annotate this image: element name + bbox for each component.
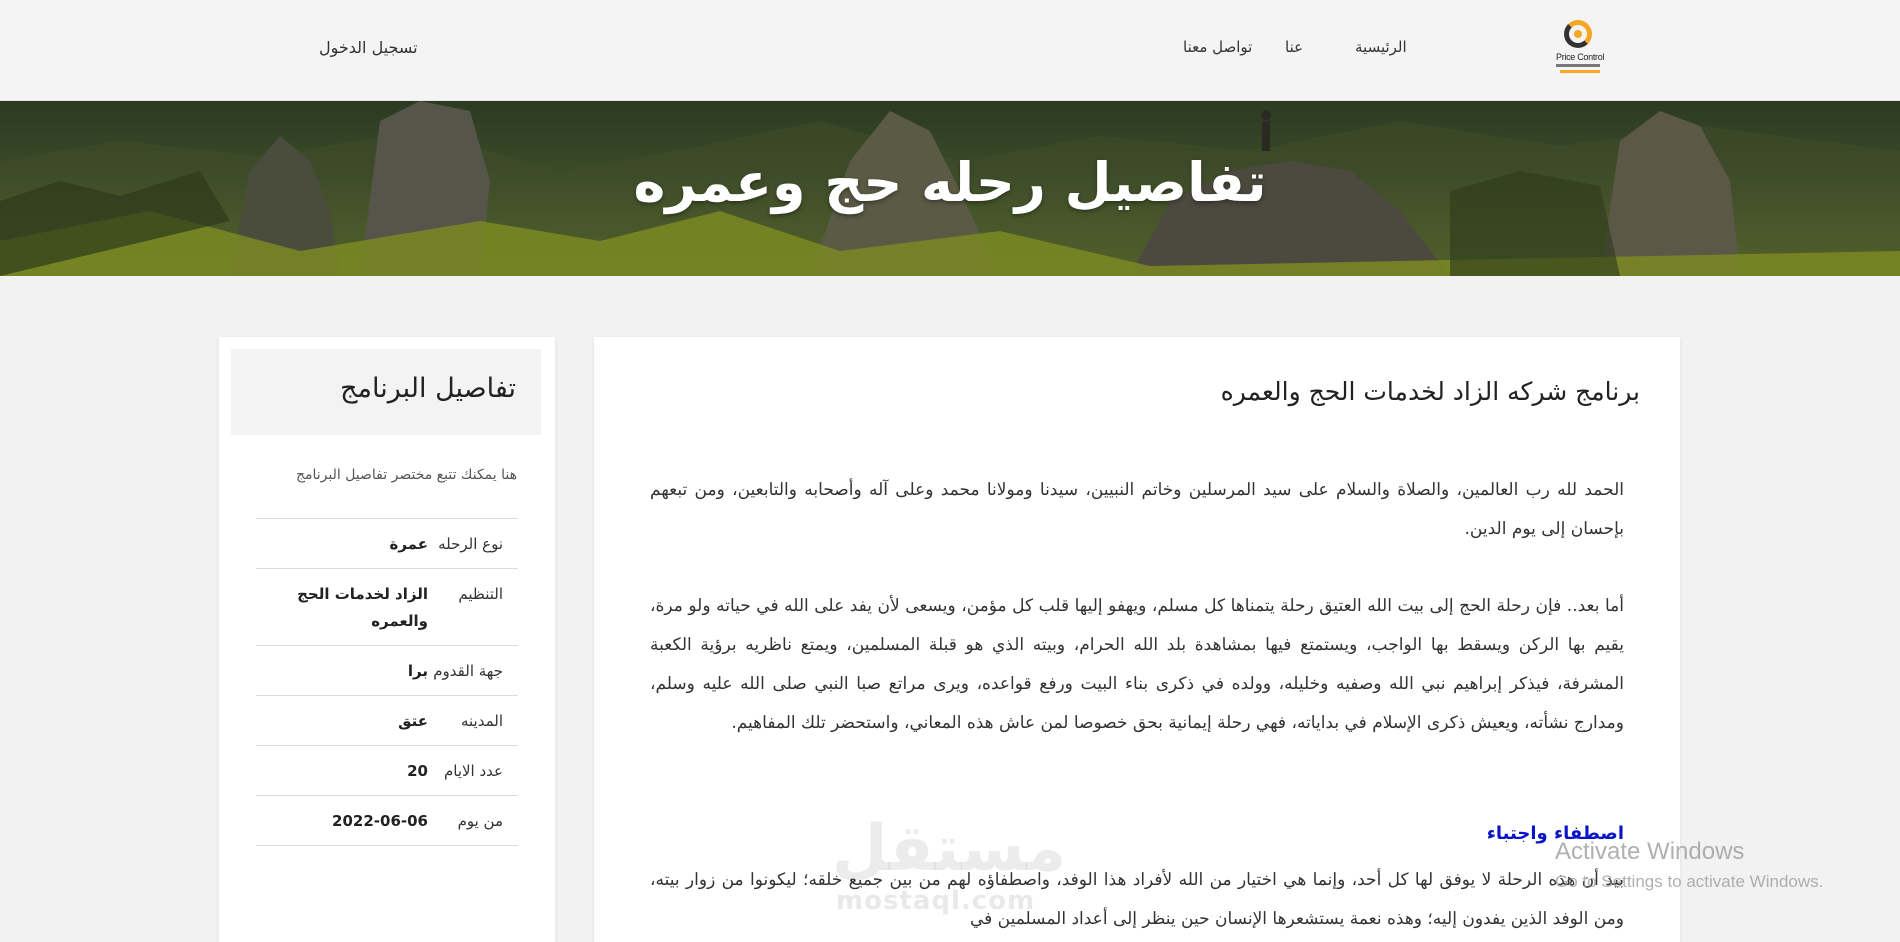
program-title: برنامج شركه الزاد لخدمات الحج والعمره (1220, 377, 1640, 406)
detail-label: المدينه (460, 712, 503, 730)
detail-label: من يوم (457, 812, 503, 830)
top-navbar: تسجيل الدخول تواصل معنا عنا الرئيسية Pri… (0, 0, 1900, 101)
detail-row-days: عدد الايام 20 (256, 746, 518, 796)
detail-value: عتق (398, 712, 428, 730)
detail-row-trip-type: نوع الرحله عمرة (256, 519, 518, 569)
details-header: تفاصيل البرنامج (231, 349, 541, 435)
details-title: تفاصيل البرنامج (340, 373, 516, 404)
intro-paragraph: الحمد لله رب العالمين، والصلاة والسلام ع… (650, 480, 1624, 539)
activate-windows-title: Activate Windows (1555, 838, 1745, 865)
mostaql-watermark: مستقل (832, 812, 1067, 886)
detail-row-organizer: التنظيم الزاد لخدمات الحج والعمره (256, 569, 518, 646)
detail-value: عمرة (389, 535, 429, 553)
nav-contact-link[interactable]: تواصل معنا (1183, 38, 1252, 56)
detail-value: الزاد لخدمات الحج والعمره (297, 585, 428, 630)
logo-text: Price Control (1556, 52, 1605, 62)
detail-label: نوع الرحله (438, 535, 503, 553)
logo-dot (1574, 30, 1582, 38)
details-description: هنا يمكنك تتبع مختصر تفاصيل البرنامج (295, 467, 517, 483)
detail-value: برا (407, 662, 428, 680)
detail-label: التنظيم (458, 585, 503, 603)
detail-row-city: المدينه عتق (256, 696, 518, 746)
detail-row-arrival: جهة القدوم برا (256, 646, 518, 696)
detail-label: عدد الايام (443, 762, 503, 780)
login-link[interactable]: تسجيل الدخول (319, 38, 418, 57)
hero-banner: تفاصيل رحله حج وعمره (0, 101, 1900, 276)
detail-label: جهة القدوم (433, 662, 503, 680)
details-table: نوع الرحله عمرة التنظيم الزاد لخدمات الح… (256, 518, 518, 846)
section-paragraph: بيد أن هذه الرحلة لا يوفق لها كل أحد، وإ… (650, 870, 1624, 929)
nav-about-link[interactable]: عنا (1285, 38, 1303, 56)
nav-home-link[interactable]: الرئيسية (1355, 38, 1407, 56)
program-details-card: تفاصيل البرنامج هنا يمكنك تتبع مختصر تفا… (219, 337, 555, 942)
mostaql-watermark-url: mostaql.com (836, 886, 1036, 916)
detail-value: 20 (407, 762, 428, 780)
activate-windows-notice: Activate Windows Go to Settings to activ… (1555, 838, 1823, 892)
page-title: تفاصيل رحله حج وعمره (633, 151, 1267, 214)
activate-windows-subtitle: Go to Settings to activate Windows. (1555, 872, 1824, 891)
detail-row-start-date: من يوم 2022-06-06 (256, 796, 518, 846)
body-paragraph: أما بعد.. فإن رحلة الحج إلى بيت الله الع… (650, 596, 1624, 733)
logo-underline (1556, 64, 1600, 67)
program-content-card: برنامج شركه الزاد لخدمات الحج والعمره ال… (594, 337, 1680, 942)
price-control-logo-icon[interactable]: Price Control (1556, 18, 1606, 80)
detail-value: 2022-06-06 (332, 812, 428, 830)
logo-underline-accent (1560, 70, 1600, 73)
